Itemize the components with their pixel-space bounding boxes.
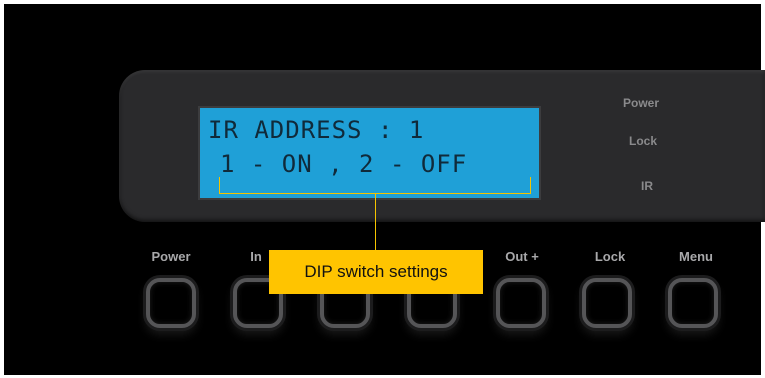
- ir-indicator-label: IR: [641, 179, 653, 193]
- menu-button[interactable]: [668, 278, 718, 328]
- power-indicator-label: Power: [623, 96, 660, 110]
- dip-switch-bracket: [219, 177, 531, 194]
- dip-switch-callout: DIP switch settings: [269, 250, 483, 294]
- out-plus-button[interactable]: [496, 278, 546, 328]
- menu-button-label: Menu: [679, 249, 713, 264]
- lock-button[interactable]: [582, 278, 632, 328]
- lock-indicator-label: Lock: [629, 134, 658, 148]
- lock-button-label: Lock: [594, 249, 626, 264]
- callout-connector-line: [375, 194, 376, 252]
- lcd-line-1: IR ADDRESS : 1: [208, 116, 425, 144]
- out-plus-button-label: Out +: [505, 249, 539, 264]
- power-button[interactable]: [146, 278, 196, 328]
- lcd-line-2: 1 - ON , 2 - OFF: [220, 150, 468, 178]
- power-button-label: Power: [151, 249, 191, 264]
